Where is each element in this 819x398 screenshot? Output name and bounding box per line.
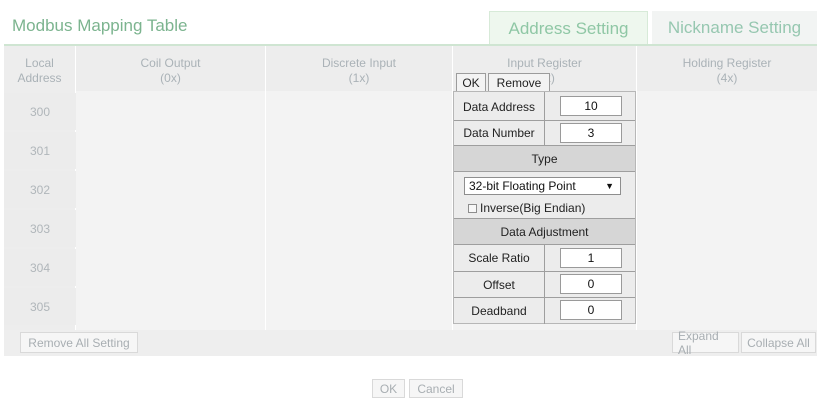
row-address: 304 [4, 249, 76, 286]
data-address-input[interactable]: 10 [560, 96, 622, 116]
popup-remove-button[interactable]: Remove [488, 73, 550, 92]
row-address: 302 [4, 171, 76, 208]
column-header-coil-output: Coil Output (0x) [140, 56, 201, 85]
remove-all-setting-button[interactable]: Remove All Setting [20, 332, 138, 353]
offset-input[interactable]: 0 [560, 274, 622, 294]
row-address: 300 [4, 93, 76, 130]
holding-register-column [637, 91, 817, 330]
data-number-input[interactable]: 3 [560, 123, 622, 143]
column-header-local-address: Local Address [17, 56, 62, 85]
scale-ratio-label: Scale Ratio [468, 250, 530, 265]
popup-divider [544, 244, 545, 324]
chevron-down-icon: ▼ [605, 181, 614, 191]
data-type-select[interactable]: 32-bit Floating Point ▼ [464, 177, 621, 195]
scale-ratio-input[interactable]: 1 [560, 248, 622, 268]
type-section-header: Type [454, 146, 635, 171]
column-divider [265, 46, 266, 330]
collapse-all-button[interactable]: Collapse All [741, 332, 816, 353]
inverse-label: Inverse(Big Endian) [480, 201, 586, 215]
column-divider [636, 46, 637, 330]
inverse-checkbox[interactable] [468, 204, 477, 213]
expand-all-button[interactable]: Expand All [672, 329, 739, 357]
deadband-label: Deadband [471, 303, 527, 318]
page-title: Modbus Mapping Table [12, 16, 188, 35]
offset-label: Offset [483, 277, 515, 292]
row-address: 303 [4, 210, 76, 247]
column-header-discrete-input: Discrete Input (1x) [321, 56, 397, 85]
cancel-button[interactable]: Cancel [409, 379, 463, 398]
column-header-holding-register: Holding Register (4x) [682, 56, 772, 85]
data-address-label: Data Address [462, 99, 536, 114]
tab-nickname-setting[interactable]: Nickname Setting [652, 11, 817, 45]
ok-button[interactable]: OK [372, 379, 405, 398]
coil-output-column [76, 91, 265, 330]
tab-address-setting[interactable]: Address Setting [489, 11, 648, 45]
row-address: 305 [4, 288, 76, 325]
data-type-value: 32-bit Floating Point [469, 179, 576, 193]
discrete-input-column [266, 91, 452, 330]
deadband-input[interactable]: 0 [560, 300, 622, 320]
popup-divider [454, 171, 635, 172]
data-number-label: Data Number [463, 126, 535, 140]
row-address: 301 [4, 132, 76, 169]
data-adjustment-section-header: Data Adjustment [454, 219, 635, 244]
popup-divider [544, 92, 545, 145]
popup-ok-button[interactable]: OK [456, 73, 486, 92]
